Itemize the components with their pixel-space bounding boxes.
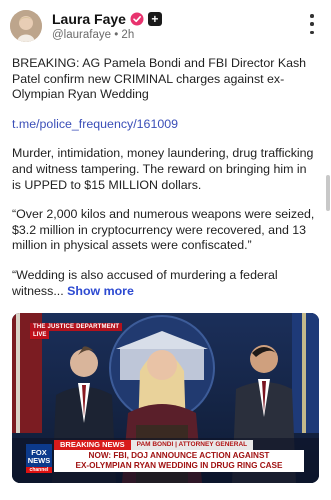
speaker-label: PAM BONDI | ATTORNEY GENERAL <box>130 440 254 450</box>
breaking-news-bar: BREAKING NEWS PAM BONDI | ATTORNEY GENER… <box>54 440 254 450</box>
live-badge: LIVE <box>30 331 50 339</box>
show-more-link[interactable]: Show more <box>67 284 134 298</box>
separator-dot: • <box>114 29 119 41</box>
author-handle: @laurafaye <box>52 29 111 41</box>
post-paragraph: “Wedding is also accused of murdering a … <box>12 267 278 298</box>
author-name[interactable]: Laura Faye <box>52 11 126 27</box>
post-paragraph: BREAKING: AG Pamela Bondi and FBI Direct… <box>12 56 307 102</box>
subscribe-plus-icon[interactable]: + <box>147 12 162 26</box>
post-paragraph: Murder, intimidation, money laundering, … <box>12 146 314 192</box>
post-body: BREAKING: AG Pamela Bondi and FBI Direct… <box>12 56 315 299</box>
fox-news-logo: FOX NEWS channel <box>26 444 52 473</box>
avatar[interactable] <box>10 10 42 42</box>
scrollbar[interactable] <box>326 175 330 211</box>
post-time: 2h <box>121 29 135 41</box>
post-paragraph: “Over 2,000 kilos and numerous weapons w… <box>12 207 315 253</box>
post-link[interactable]: t.me/police_frequency/161009 <box>12 117 178 131</box>
post-header: Laura Faye + @laurafaye • 2h <box>10 10 321 44</box>
more-options-icon[interactable] <box>307 14 317 34</box>
verified-badge-icon <box>130 12 144 26</box>
news-headline: NOW: FBI, DOJ ANNOUNCE ACTION AGAINST EX… <box>54 450 304 472</box>
author-meta: @laurafaye • 2h <box>52 29 134 41</box>
breaking-news-label: BREAKING NEWS <box>54 440 131 450</box>
video-thumbnail[interactable]: THE JUSTICE DEPARTMENT LIVE FOX NEWS cha… <box>12 313 319 483</box>
dept-tag: THE JUSTICE DEPARTMENT <box>30 323 123 331</box>
